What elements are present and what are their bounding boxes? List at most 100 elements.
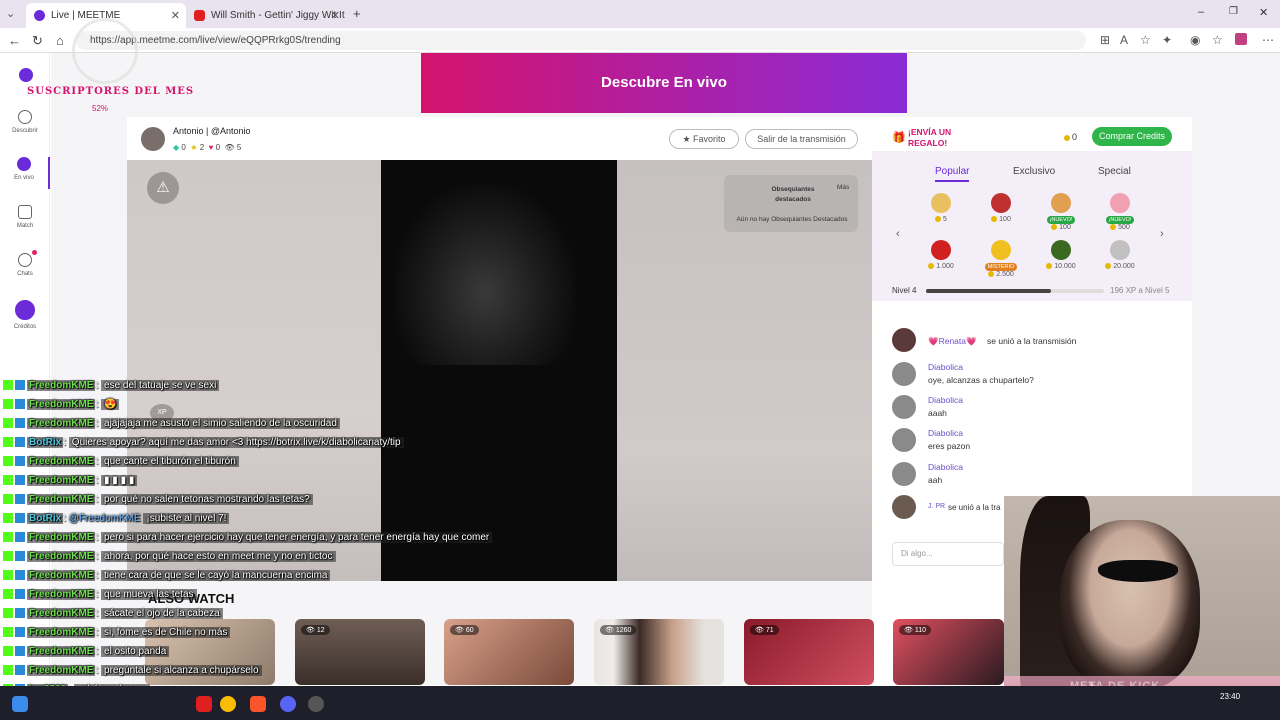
stream-thumbnail[interactable]: 👁 71 (744, 619, 874, 685)
bookmark-star-icon[interactable]: ☆ (1140, 33, 1151, 47)
sidebar-item-label: Créditos (13, 324, 37, 330)
gift-item[interactable]: 20.000 (1100, 240, 1140, 270)
gift-item[interactable]: 100 (981, 193, 1021, 223)
more-menu-icon[interactable]: ⋯ (1262, 33, 1274, 47)
meetme-logo-icon[interactable] (19, 68, 33, 82)
top-gifters-title: Obsequiantes destacados (771, 186, 815, 203)
gift-item[interactable]: MISTERIO 2.500 (981, 240, 1021, 278)
tab-menu-icon[interactable]: ⌄ (6, 7, 15, 20)
chrome-icon[interactable] (220, 696, 236, 712)
overlay-chat-username: FreedomKME (27, 399, 96, 410)
avatar[interactable] (892, 395, 916, 419)
streamer-name[interactable]: Antonio | @Antonio (173, 126, 251, 136)
stream-thumbnail[interactable]: 👁 1260 (594, 619, 724, 685)
sub-badge-icon (15, 380, 25, 391)
tab-exclusivo[interactable]: Exclusivo (1013, 166, 1055, 177)
tab-special[interactable]: Special (1098, 166, 1131, 177)
stream-thumbnail[interactable]: 👁 60 (444, 619, 574, 685)
new-tab-icon[interactable]: + (353, 6, 361, 21)
close-window-icon[interactable]: ✕ (1259, 6, 1268, 19)
sidebar-item-creditos[interactable]: Créditos (0, 300, 50, 330)
gift-price: 20.000 (1105, 263, 1135, 270)
viewer-count: 5 (236, 143, 242, 152)
overlay-chat-line: FreedomKME: pero si para hacer ejercicio… (3, 530, 493, 546)
avatar[interactable] (892, 428, 916, 452)
overlay-chat-line: FreedomKME: que mueva las tetas (3, 587, 197, 603)
profile-avatar-icon[interactable] (1235, 33, 1247, 45)
viewer-badge: 👁 12 (301, 625, 330, 635)
overlay-chat-text: sácate el ojo de la cabeza (101, 608, 223, 619)
sidebar-item-match[interactable]: Match (0, 205, 50, 229)
kick-badge-icon (3, 589, 13, 600)
kick-badge-icon (3, 532, 13, 543)
discover-live-banner[interactable]: Descubre En vivo (421, 53, 907, 113)
gift-item[interactable]: 10.000 (1041, 240, 1081, 270)
kick-badge-icon (3, 380, 13, 391)
chat-username[interactable]: Diabolica (928, 462, 963, 472)
overlay-chat-username: FreedomKME (27, 665, 96, 676)
report-warning-icon[interactable]: ⚠ (147, 172, 179, 204)
chat-username[interactable]: 💗Renata💗 (928, 336, 977, 347)
overlay-chat-line: FreedomKME: 😍 (3, 397, 120, 413)
sub-badge-icon (15, 475, 25, 486)
reload-icon[interactable]: ↻ (32, 33, 43, 49)
gift-item[interactable]: ¡NUEVO! 500 (1100, 193, 1140, 231)
read-aloud-icon[interactable]: A (1120, 33, 1128, 47)
chat-username[interactable]: Diabolica (928, 395, 963, 405)
chat-input[interactable]: Di algo... (892, 542, 1004, 566)
taskbar (0, 686, 1280, 720)
avatar[interactable] (892, 495, 916, 519)
tab-youtube[interactable]: Will Smith - Gettin' Jiggy Wit It - Y ✕ (186, 3, 346, 28)
chevron-right-icon[interactable]: › (1160, 228, 1164, 240)
stream-thumbnail[interactable]: 👁 12 (295, 619, 425, 685)
avatar[interactable] (892, 328, 916, 352)
maximize-icon[interactable]: ❐ (1229, 6, 1238, 17)
coin-icon (1051, 224, 1058, 231)
sidebar-item-chats[interactable]: Chats (0, 253, 50, 277)
tab-popular[interactable]: Popular (935, 166, 970, 182)
sidebar-item-descubrir[interactable]: Descubrir (0, 110, 50, 134)
obs-icon[interactable] (308, 696, 324, 712)
app-install-icon[interactable]: ⊞ (1100, 33, 1110, 47)
coin-icon (1046, 263, 1053, 270)
close-tab-icon[interactable]: ✕ (331, 9, 340, 22)
diamond-icon: ◆ (173, 143, 180, 152)
gift-item[interactable]: 1.000 (921, 240, 961, 270)
viewer-badge: 👁 110 (899, 625, 932, 635)
close-tab-icon[interactable]: ✕ (171, 9, 180, 22)
gift-badge: ¡NUEVO! (1105, 216, 1135, 224)
minimize-icon[interactable]: – (1198, 6, 1204, 18)
windows-start-icon[interactable] (12, 696, 28, 712)
favorites-icon[interactable]: ☆ (1212, 33, 1223, 47)
home-icon[interactable]: ⌂ (56, 33, 64, 48)
heart-count: 0 (215, 143, 221, 152)
sub-badge-icon (15, 532, 25, 543)
sub-badge-icon (15, 627, 25, 638)
buy-credits-button[interactable]: Comprar Credits (1092, 127, 1172, 146)
chevron-left-icon[interactable]: ‹ (896, 228, 900, 240)
sub-badge-icon (15, 551, 25, 562)
avatar[interactable] (892, 362, 916, 386)
chat-username[interactable]: Diabolica (928, 362, 963, 372)
shield-extension-icon[interactable]: ◉ (1190, 33, 1200, 47)
discord-icon[interactable] (280, 696, 296, 712)
gift-item[interactable]: ¡NUEVO! 100 (1041, 193, 1081, 231)
sidebar-item-en-vivo[interactable]: En vivo (0, 157, 50, 189)
chat-username[interactable]: Diabolica (928, 428, 963, 438)
top-gifters-panel: Obsequiantes destacados Más Aún no hay O… (724, 175, 858, 232)
gift-item[interactable]: 5 (921, 193, 961, 223)
top-gifters-more-link[interactable]: Más (837, 184, 849, 191)
brave-icon[interactable] (250, 696, 266, 712)
stream-thumbnail[interactable]: 👁 110 (893, 619, 1004, 685)
diamond-count: 0 (181, 143, 186, 152)
avatar[interactable] (892, 462, 916, 486)
streamer-avatar[interactable] (141, 127, 165, 151)
kick-badge-icon (3, 437, 13, 448)
chat-username[interactable]: J. PR (928, 503, 945, 510)
extensions-icon[interactable]: ✦ (1162, 33, 1172, 47)
leave-stream-button[interactable]: Salir de la transmisión (745, 129, 858, 149)
youtube-app-icon[interactable] (196, 696, 212, 712)
url-input[interactable]: https://app.meetme.com/live/view/eQQPRrk… (76, 31, 1086, 50)
back-icon[interactable]: ← (8, 33, 21, 48)
favorite-button[interactable]: ★ Favorito (669, 129, 739, 149)
